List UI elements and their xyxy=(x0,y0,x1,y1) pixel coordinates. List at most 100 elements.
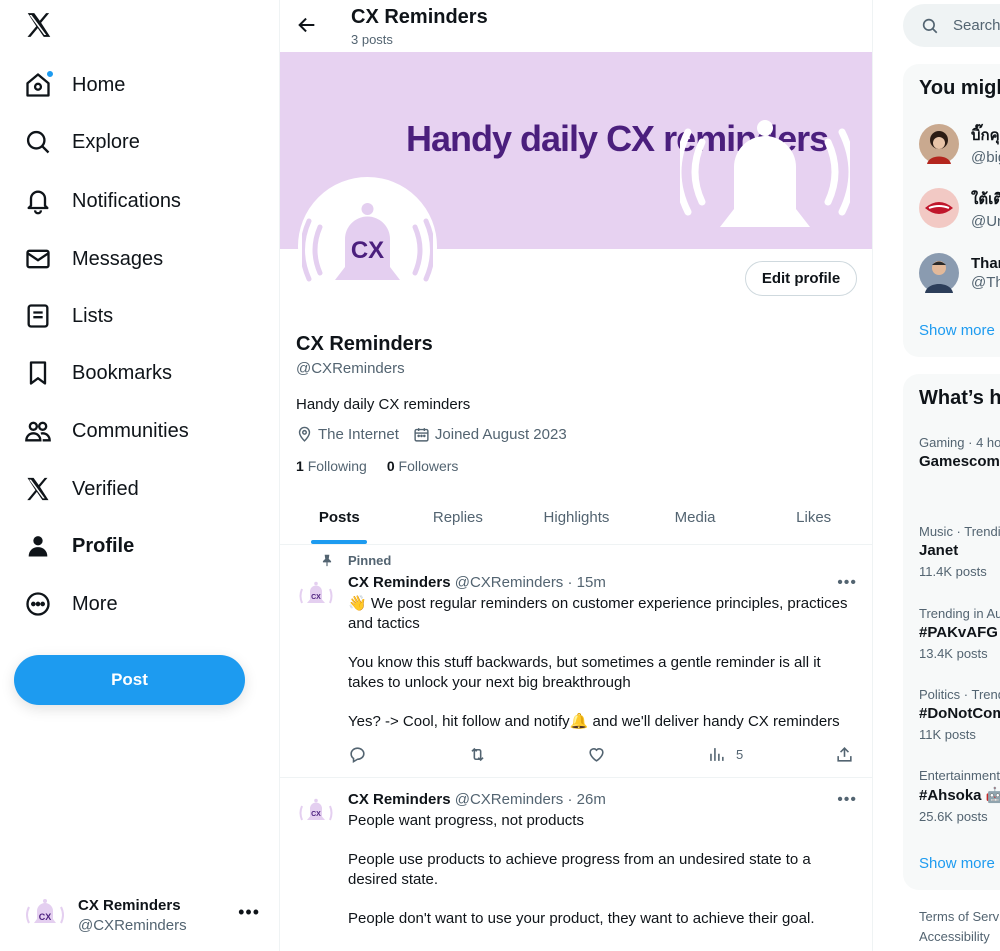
tab-posts[interactable]: Posts xyxy=(280,494,399,544)
more-horizontal-icon[interactable]: ••• xyxy=(837,574,857,592)
repost-icon[interactable] xyxy=(468,745,487,764)
profile-avatar[interactable]: CX xyxy=(298,177,437,316)
post-button[interactable]: Post xyxy=(14,655,245,705)
trend-title: Janet xyxy=(919,542,959,559)
tweet-avatar[interactable]: CX xyxy=(296,575,336,615)
nav-label: Verified xyxy=(72,477,139,500)
footer-links: Terms of Service Accessibility xyxy=(919,907,1000,947)
edit-profile-button[interactable]: Edit profile xyxy=(745,261,857,296)
trend-title: Gamescom xyxy=(919,453,1000,470)
wtf-item[interactable]: ใต้เตี @Un xyxy=(919,187,1000,230)
follow-stats: 1 Following 0 Followers xyxy=(296,458,478,474)
nav-profile[interactable]: Profile xyxy=(24,526,134,566)
like-icon[interactable] xyxy=(587,745,606,764)
account-switcher[interactable]: CX CX Reminders @CXReminders ••• xyxy=(20,890,270,940)
tweet-meta: @CXReminders · 26m xyxy=(454,791,606,808)
account-handle: @CXReminders xyxy=(78,916,187,934)
account-avatar: CX xyxy=(20,890,70,940)
nav-more[interactable]: More xyxy=(24,584,118,624)
trend-item[interactable]: Music · Trending Janet 11.4K posts xyxy=(919,524,1000,579)
who-to-follow-card: You might like บิ๊กคุ @big ใต้เตี @Un Than… xyxy=(903,64,1000,357)
wtf-name: ใต้เตี xyxy=(971,190,1000,208)
views-stat[interactable]: 5 xyxy=(707,745,743,764)
nav-explore[interactable]: Explore xyxy=(24,122,140,162)
notification-dot xyxy=(46,70,54,78)
tab-replies[interactable]: Replies xyxy=(399,494,518,544)
trend-posts: 11.4K posts xyxy=(919,564,987,579)
trend-context: Trending in Australia xyxy=(919,606,1000,621)
tweet-paragraph: People want progress, not products xyxy=(348,812,584,829)
share-icon[interactable] xyxy=(835,745,854,764)
nav-verified[interactable]: Verified xyxy=(24,469,139,509)
following-link[interactable]: 1 Following xyxy=(296,458,367,474)
bell-icon xyxy=(680,120,850,227)
search-placeholder: Search xyxy=(953,17,1000,34)
envelope-icon xyxy=(24,245,52,273)
account-name: CX Reminders xyxy=(78,896,181,914)
nav-bookmarks[interactable]: Bookmarks xyxy=(24,353,172,393)
back-arrow-icon[interactable] xyxy=(296,14,318,36)
wtf-item[interactable]: บิ๊กคุ @big xyxy=(919,123,1000,166)
nav-communities[interactable]: Communities xyxy=(24,411,189,451)
trend-context: Politics · Trending xyxy=(919,687,1000,702)
tweet-avatar[interactable]: CX xyxy=(296,792,336,832)
trend-posts: 13.4K posts xyxy=(919,646,988,661)
trend-context: Entertainment · Trending xyxy=(919,768,1000,783)
accessibility-link[interactable]: Accessibility xyxy=(919,927,1000,947)
avatar xyxy=(919,124,959,164)
main-column: CX Reminders 3 posts Handy daily CX remi… xyxy=(279,0,873,951)
trend-item[interactable]: Entertainment · Trending #Ahsoka 🤖 25.6K… xyxy=(919,768,1000,824)
profile-bio: Handy daily CX reminders xyxy=(296,396,471,413)
profile-meta: The Internet Joined August 2023 xyxy=(296,426,581,443)
nav-label: Notifications xyxy=(72,189,181,212)
trend-item[interactable]: Trending in Australia #PAKvAFG 13.4K pos… xyxy=(919,606,1000,661)
bookmark-icon xyxy=(24,359,52,387)
terms-link[interactable]: Terms of Service xyxy=(919,907,1000,927)
tab-media[interactable]: Media xyxy=(636,494,755,544)
show-more-link[interactable]: Show more xyxy=(919,855,995,872)
trend-context: Music · Trending xyxy=(919,524,1000,539)
tweet[interactable]: CX CX Reminders @CXReminders · 26m ••• P… xyxy=(280,778,872,951)
x-logo-icon xyxy=(24,475,52,503)
reply-icon[interactable] xyxy=(348,745,367,764)
tweet-author[interactable]: CX Reminders xyxy=(348,791,451,808)
more-horizontal-icon[interactable]: ••• xyxy=(837,791,857,809)
tweet-paragraph: Yes? -> Cool, hit follow and notify🔔 and… xyxy=(348,713,840,730)
nav-messages[interactable]: Messages xyxy=(24,239,163,279)
profile-name: CX Reminders xyxy=(296,333,433,355)
followers-count: 0 xyxy=(386,458,395,474)
trends-card: What’s happening Gaming · 4 hours ago Ga… xyxy=(903,374,1000,890)
nav-label: Bookmarks xyxy=(72,361,173,384)
trend-item[interactable]: Politics · Trending #DoNotComply 11K pos… xyxy=(919,687,1000,742)
wtf-item[interactable]: Than @Th xyxy=(919,252,1000,294)
tweet-header: CX Reminders @CXReminders · 26m xyxy=(348,791,606,808)
nav-home[interactable]: Home xyxy=(24,65,125,105)
trend-posts: 11K posts xyxy=(919,727,976,742)
search-input[interactable]: Search xyxy=(903,4,1000,47)
tweet[interactable]: Pinned CX CX Reminders @CXReminders · 15… xyxy=(280,545,872,778)
trend-item[interactable]: Gaming · 4 hours ago Gamescom xyxy=(919,435,1000,470)
wtf-name: Than xyxy=(971,255,1000,272)
nav-label: Messages xyxy=(72,247,164,270)
avatar-text: CX xyxy=(351,237,384,264)
more-horizontal-icon[interactable]: ••• xyxy=(238,902,260,923)
page-title: CX Reminders xyxy=(351,6,488,28)
tweet-actions: 5 xyxy=(348,745,858,765)
tweet-text: People want progress, not products Peopl… xyxy=(348,811,858,948)
profile-handle: @CXReminders xyxy=(296,360,405,377)
tab-highlights[interactable]: Highlights xyxy=(517,494,636,544)
followers-link[interactable]: 0 Followers xyxy=(387,458,459,474)
views-count: 5 xyxy=(736,747,744,762)
tweet-avatar-text: CX xyxy=(311,594,321,601)
tweet-author[interactable]: CX Reminders xyxy=(348,574,451,591)
nav-lists[interactable]: Lists xyxy=(24,296,113,336)
following-count: 1 xyxy=(296,458,304,474)
search-icon xyxy=(921,17,953,35)
nav-notifications[interactable]: Notifications xyxy=(24,181,181,221)
tab-likes[interactable]: Likes xyxy=(754,494,872,544)
x-logo-icon[interactable] xyxy=(24,10,56,42)
profile-joined: Joined August 2023 xyxy=(413,426,567,443)
show-more-link[interactable]: Show more xyxy=(919,322,995,339)
tweet-text: 👋 We post regular reminders on customer … xyxy=(348,594,858,751)
person-icon xyxy=(24,532,52,560)
